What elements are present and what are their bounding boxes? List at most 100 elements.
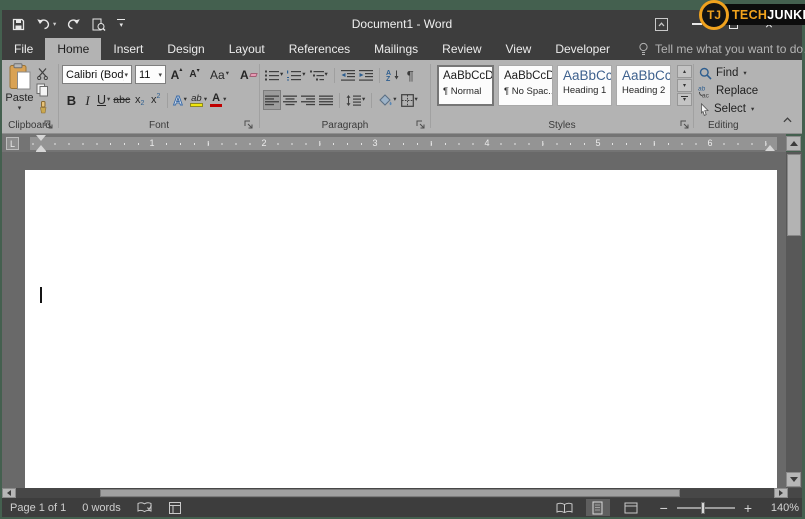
text-effects-button[interactable]: A▾: [172, 91, 188, 109]
web-layout-icon[interactable]: [619, 499, 643, 516]
horizontal-scrollbar-thumb[interactable]: [100, 489, 680, 497]
tab-design[interactable]: Design: [155, 38, 216, 60]
paragraph-dialog-launcher[interactable]: [416, 120, 425, 129]
horizontal-ruler[interactable]: 1 2 3 4 5 6: [30, 137, 777, 150]
multilevel-list-button[interactable]: ▾: [309, 66, 329, 84]
styles-dialog-launcher[interactable]: [680, 120, 689, 129]
zoom-in-button[interactable]: +: [744, 500, 752, 516]
brand-tech: TECH: [732, 8, 767, 22]
grow-font-button[interactable]: A▴: [169, 66, 184, 84]
styles-scroll-up-icon[interactable]: ▴: [677, 65, 692, 78]
redo-icon[interactable]: [67, 18, 81, 30]
shading-button[interactable]: ▾: [377, 91, 397, 109]
select-button[interactable]: Select ▾: [699, 101, 754, 117]
editing-group-label: Editing: [694, 120, 780, 131]
align-left-button[interactable]: [264, 91, 280, 109]
tab-file[interactable]: File: [2, 38, 45, 60]
page-count-status[interactable]: Page 1 of 1: [10, 502, 66, 514]
collapse-ribbon-icon[interactable]: [783, 117, 792, 123]
group-editing: Find ▾ abac Replace Select ▾ Editing: [694, 60, 780, 133]
tab-references[interactable]: References: [277, 38, 362, 60]
zoom-level[interactable]: 140%: [767, 502, 799, 514]
style-no-spacing[interactable]: AaBbCcDd ¶ No Spac...: [498, 65, 553, 106]
font-dialog-launcher[interactable]: [244, 120, 253, 129]
justify-button[interactable]: [318, 91, 334, 109]
align-right-button[interactable]: [300, 91, 316, 109]
find-icon: [699, 67, 712, 80]
svg-text:Z: Z: [386, 76, 391, 81]
strikethrough-button[interactable]: abc: [112, 91, 131, 109]
replace-icon: abac: [698, 84, 712, 98]
save-icon[interactable]: [12, 18, 25, 31]
group-font: Calibri (Body) ▾ 11 ▾ A▴ A▾ Aa▾ A: [59, 60, 259, 133]
print-layout-icon[interactable]: [586, 499, 610, 516]
right-indent-marker[interactable]: [765, 145, 775, 151]
tab-insert[interactable]: Insert: [101, 38, 155, 60]
first-line-indent-marker[interactable]: [36, 135, 46, 141]
underline-button[interactable]: U▾: [96, 91, 111, 109]
zoom-slider[interactable]: [677, 507, 735, 509]
increase-indent-button[interactable]: [358, 66, 374, 84]
italic-button[interactable]: I: [80, 91, 95, 109]
highlight-color-button[interactable]: ab ▾: [189, 91, 208, 109]
show-formatting-marks-button[interactable]: ¶: [403, 66, 418, 84]
scroll-left-icon[interactable]: [2, 488, 16, 498]
sort-button[interactable]: AZ: [385, 66, 401, 84]
macro-record-icon[interactable]: [169, 502, 181, 514]
clear-formatting-button[interactable]: A: [239, 66, 258, 84]
zoom-slider-thumb[interactable]: [701, 502, 705, 514]
tab-mailings[interactable]: Mailings: [362, 38, 430, 60]
tell-me-box[interactable]: Tell me what you want to do…: [638, 38, 805, 60]
tab-home[interactable]: Home: [45, 38, 101, 60]
customize-qat-icon[interactable]: ▾: [117, 19, 125, 30]
font-color-button[interactable]: A ▾: [209, 91, 227, 109]
scroll-up-icon[interactable]: [786, 136, 801, 151]
document-page[interactable]: [25, 170, 777, 488]
format-painter-icon[interactable]: [35, 98, 50, 116]
line-spacing-button[interactable]: ▾: [345, 91, 366, 109]
techjunkie-badge: TJ: [699, 0, 729, 30]
paste-button[interactable]: Paste ▾: [5, 63, 34, 115]
change-case-button[interactable]: Aa▾: [209, 66, 230, 84]
clipboard-dialog-launcher[interactable]: [44, 120, 53, 129]
decrease-indent-button[interactable]: [340, 66, 356, 84]
word-count-status[interactable]: 0 words: [82, 502, 121, 514]
bold-button[interactable]: B: [64, 91, 79, 109]
style-heading-2[interactable]: AaBbCcD Heading 2: [616, 65, 671, 106]
tab-view[interactable]: View: [494, 38, 544, 60]
replace-button[interactable]: abac Replace: [698, 83, 758, 99]
read-mode-icon[interactable]: [553, 499, 577, 516]
ribbon-display-options-icon[interactable]: [650, 12, 672, 36]
copy-icon[interactable]: [35, 81, 50, 99]
numbering-button[interactable]: ▾: [286, 66, 306, 84]
styles-more-icon[interactable]: ▾: [677, 93, 692, 106]
proofing-icon[interactable]: [137, 501, 153, 514]
lightbulb-icon: [638, 42, 649, 57]
undo-icon[interactable]: ▾: [36, 18, 56, 30]
tab-review[interactable]: Review: [430, 38, 493, 60]
font-family-select[interactable]: Calibri (Body) ▾: [62, 65, 132, 84]
print-preview-icon[interactable]: [92, 18, 106, 31]
font-size-select[interactable]: 11 ▾: [135, 65, 166, 84]
styles-scroll-down-icon[interactable]: ▾: [677, 79, 692, 92]
style-heading-1[interactable]: AaBbCc Heading 1: [557, 65, 612, 106]
paragraph-group-label: Paragraph: [260, 120, 430, 131]
cut-icon[interactable]: [35, 64, 50, 82]
find-button[interactable]: Find ▾: [699, 65, 747, 81]
shrink-font-button[interactable]: A▾: [187, 66, 202, 84]
borders-button[interactable]: ▾: [400, 91, 419, 109]
scroll-down-icon[interactable]: [786, 472, 801, 487]
tab-developer[interactable]: Developer: [543, 38, 622, 60]
scroll-right-icon[interactable]: [774, 488, 788, 498]
tab-stop-selector[interactable]: L: [6, 137, 19, 150]
subscript-button[interactable]: x2: [132, 91, 147, 109]
superscript-button[interactable]: x2: [148, 91, 163, 109]
ribbon-tab-row: File Home Insert Design Layout Reference…: [2, 38, 802, 60]
bullets-button[interactable]: ▾: [264, 66, 284, 84]
styles-gallery-scroll: ▴ ▾ ▾: [677, 65, 692, 106]
vertical-scrollbar-thumb[interactable]: [787, 154, 801, 236]
tab-layout[interactable]: Layout: [217, 38, 277, 60]
style-normal[interactable]: AaBbCcDd ¶ Normal: [437, 65, 494, 106]
align-center-button[interactable]: [282, 91, 298, 109]
zoom-out-button[interactable]: −: [660, 500, 668, 516]
